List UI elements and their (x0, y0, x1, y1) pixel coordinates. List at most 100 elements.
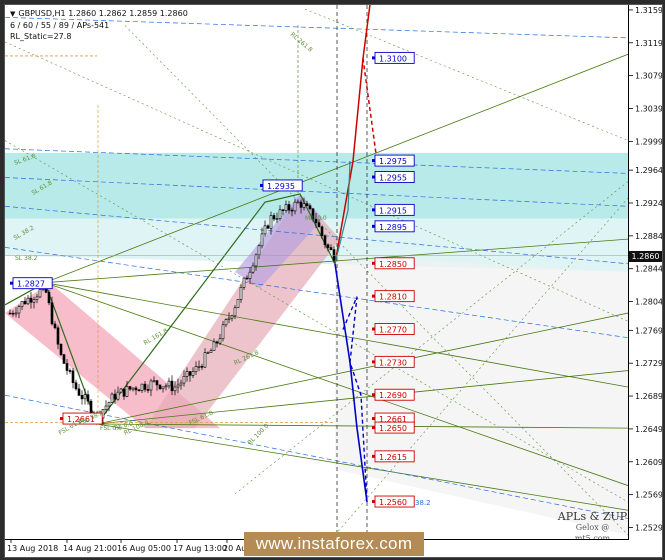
down-target-label: 1.2560 (379, 498, 407, 507)
candle-body (26, 297, 30, 305)
down-target-label-marker (372, 393, 375, 397)
candle-body (140, 383, 144, 391)
candle-body (239, 286, 243, 300)
candle-body (59, 343, 63, 355)
candle-body (218, 338, 222, 344)
candle-body (302, 203, 306, 208)
y-tick-label: 1.2609 (635, 458, 662, 467)
candle-body (116, 391, 120, 400)
y-tick-label: 1.2884 (635, 232, 662, 241)
dropdown-triangle-icon[interactable]: ▼ (10, 10, 15, 18)
down-target-label: 1.2770 (379, 326, 407, 335)
candle-body (29, 297, 33, 303)
candle-body (77, 388, 81, 396)
y-tick-label: 1.2964 (635, 166, 662, 175)
down-target-label: 1.2850 (379, 260, 407, 269)
candle-body (305, 203, 309, 206)
y-tick-label: 1.2569 (635, 491, 662, 500)
down-target-label-marker (372, 327, 375, 331)
line-label: RL 161.8 (143, 327, 170, 346)
candle-body (161, 386, 165, 390)
candle-body (272, 215, 276, 220)
line-label: MIL 0.0 (305, 215, 327, 222)
up-target-label: 1.2955 (379, 174, 407, 183)
down-target-label-marker (372, 500, 375, 504)
candle-body (248, 271, 252, 279)
y-tick-label: 1.3159 (635, 6, 662, 15)
price-chart[interactable]: 1.31751.31001.29751.29551.29151.28951.28… (5, 5, 628, 539)
candle-body (86, 394, 90, 402)
candle-body (320, 226, 324, 237)
pivot-label: 1.2935 (267, 182, 295, 191)
down-target-label: 1.2615 (379, 453, 407, 462)
candle-body (62, 354, 66, 364)
y-tick-label: 1.2689 (635, 392, 662, 401)
candle-body (257, 245, 261, 256)
candle-body (155, 380, 159, 386)
line-label: FSL 0.0 (100, 425, 122, 432)
up-projection-dashed (362, 58, 378, 162)
candle-body (110, 393, 114, 403)
candle-body (80, 394, 84, 400)
candle-body (170, 380, 174, 392)
down-target-label: 1.2650 (379, 424, 407, 433)
candle-body (290, 209, 294, 212)
candle-body (254, 254, 258, 267)
candle-body (281, 209, 285, 212)
candle-body (317, 222, 321, 228)
down-target-label: 1.2810 (379, 293, 407, 302)
up-target-label: 1.2895 (379, 223, 407, 232)
candle-body (242, 277, 246, 288)
up-target-label-marker (372, 56, 375, 60)
pivot-label-marker (60, 417, 63, 421)
watermark: APLs & ZUP Gelox @ mt5.com (557, 510, 628, 539)
watermark-title: APLs & ZUP (557, 510, 628, 523)
y-tick-label: 1.2999 (635, 137, 662, 146)
up-target-label-marker (372, 159, 375, 163)
last-price-tag: 1.2860 (629, 250, 662, 262)
candle-body (122, 388, 126, 397)
candle-body (260, 233, 264, 247)
candle-body (275, 218, 279, 220)
candle-body (17, 306, 21, 314)
line-label: RL 261.8 (289, 31, 314, 54)
candle-body (266, 225, 270, 229)
candle-body (71, 370, 75, 383)
candle-body (269, 215, 273, 229)
candle-body (113, 393, 117, 400)
candle-body (332, 249, 336, 261)
brand-banner[interactable]: www.instaforex.com (244, 532, 424, 556)
y-tick-label: 1.2529 (635, 523, 662, 532)
plot-area[interactable]: 1.31751.31001.29751.29551.29151.28951.28… (5, 5, 629, 540)
down-target-label: 1.2730 (379, 358, 407, 367)
candle-body (74, 382, 78, 390)
candle-body (134, 387, 138, 391)
up-target-label-marker (372, 224, 375, 228)
candle-body (236, 299, 240, 309)
candle-body (329, 247, 333, 250)
candle-body (38, 289, 42, 298)
candle-body (107, 402, 111, 407)
candle-body (104, 405, 108, 410)
line-label: RL 100.0 (246, 423, 270, 447)
candle-body (50, 302, 54, 325)
candle-body (11, 312, 15, 315)
candle-body (158, 384, 162, 390)
y-tick-label: 1.2729 (635, 359, 662, 368)
down-target-label-marker (372, 294, 375, 298)
candle-body (191, 371, 195, 376)
candle-body (278, 209, 282, 219)
candle-body (176, 384, 180, 388)
x-tick-label: 17 Aug 13:00 (173, 544, 227, 553)
down-target-label-marker (372, 360, 375, 364)
candle-body (188, 371, 192, 376)
candle-body (194, 366, 198, 372)
x-tick-label: 13 Aug 2018 (7, 544, 58, 553)
candle-body (128, 386, 132, 390)
down-target-label-marker (372, 417, 375, 421)
down-target-label-marker (372, 261, 375, 265)
candle-body (233, 307, 237, 317)
y-tick-label: 1.2649 (635, 425, 662, 434)
candle-body (245, 277, 249, 280)
candle-body (167, 380, 171, 387)
